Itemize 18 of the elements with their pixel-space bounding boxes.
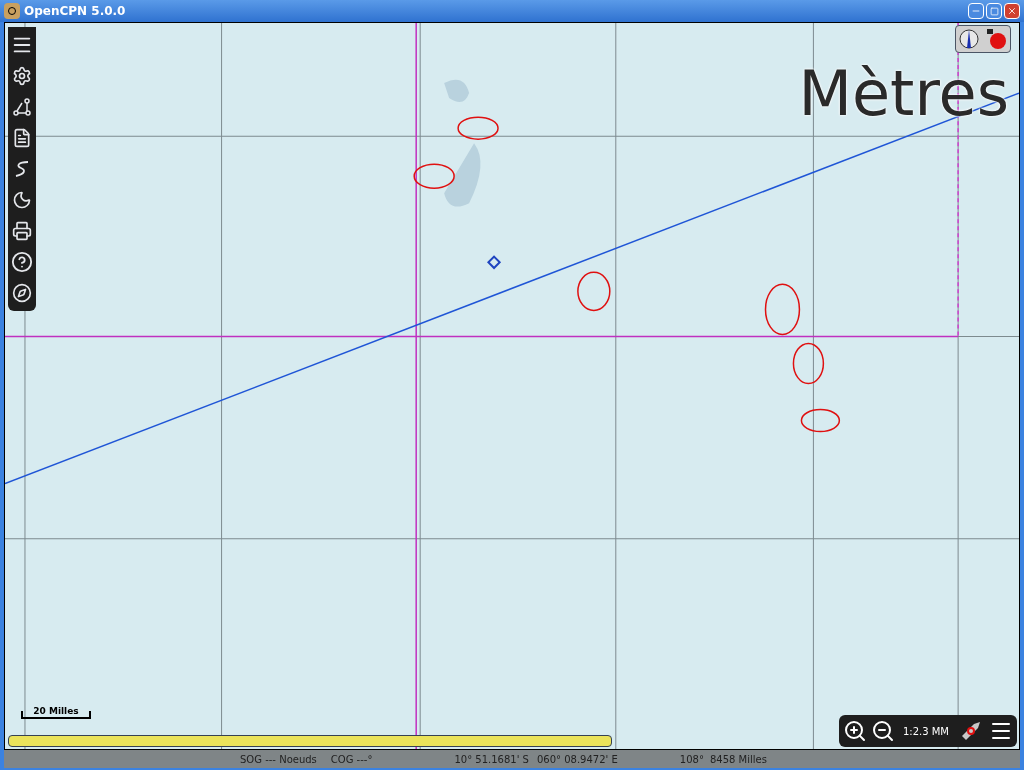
close-button[interactable]: [1004, 3, 1020, 19]
maximize-icon: [989, 6, 999, 16]
window-title: OpenCPN 5.0.0: [24, 3, 126, 20]
chart-scale: 1:2.3 MM: [901, 724, 950, 739]
zoom-out-icon[interactable]: [870, 719, 895, 743]
distance-reading: 8458 Milles: [709, 752, 767, 767]
minimize-button[interactable]: [968, 3, 984, 19]
cog-reading: COG ---°: [330, 752, 373, 767]
sog-reading: SOG --- Noeuds: [240, 752, 317, 767]
longitude-reading: 060° 08.9472' E: [536, 752, 618, 767]
maximize-button[interactable]: [986, 3, 1002, 19]
record-icon: [985, 28, 1007, 50]
depth-units-label: Mètres: [798, 63, 1009, 125]
latitude-reading: 10° 51.1681' S: [454, 752, 529, 767]
bearing-reading: 108°: [679, 752, 704, 767]
close-icon: [1007, 6, 1017, 16]
app-icon: [4, 3, 20, 19]
zoom-in-icon[interactable]: [842, 719, 867, 743]
